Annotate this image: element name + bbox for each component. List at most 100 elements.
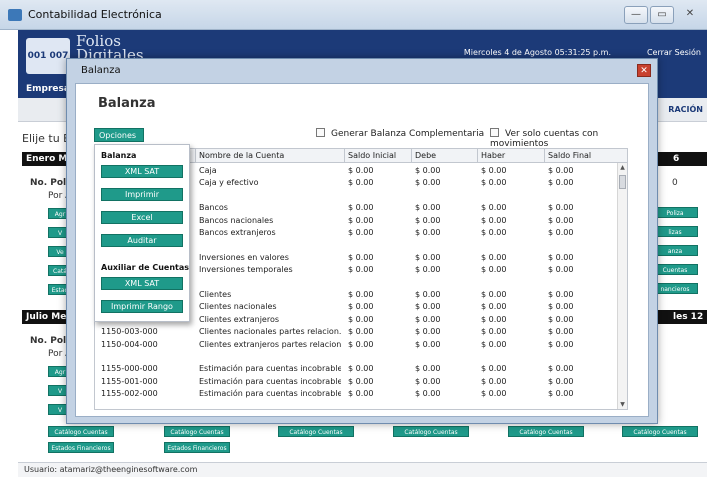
window-title: Contabilidad Electrónica (28, 8, 162, 21)
cell-saldo-final: $ 0.00 (548, 376, 574, 386)
cell-nombre: Inversiones temporales (199, 265, 293, 275)
cell-nombre: Estimación para cuentas incobrables (199, 364, 341, 374)
cell-debe: $ 0.00 (415, 166, 441, 175)
bg-button-estados-3[interactable]: Estados Financieros (164, 442, 230, 453)
table-row[interactable]: 1155-000-000 Estimación para cuentas inco… (95, 363, 615, 374)
table-row[interactable]: 1155-001-000 Estimación para cuentas inco… (95, 376, 615, 387)
cell-saldo-inicial: $ 0.00 (348, 389, 374, 399)
cell-saldo-inicial: $ 0.00 (348, 327, 374, 337)
col-separator (195, 149, 196, 163)
cell-cuenta: 1155-002-000 (101, 389, 158, 399)
bg-button-catalogo-2[interactable]: Catálogo Cuentas (48, 426, 114, 437)
cell-cuenta: 1150-003-000 (101, 327, 158, 337)
cell-haber: $ 0.00 (481, 327, 507, 337)
cell-debe: $ 0.00 (415, 265, 441, 275)
col-saldo-final[interactable]: Saldo Final (548, 151, 591, 160)
cell-debe: $ 0.00 (415, 215, 441, 225)
cell-haber: $ 0.00 (481, 215, 507, 225)
col-nombre[interactable]: Nombre de la Cuenta (199, 151, 284, 160)
cell-saldo-inicial: $ 0.00 (348, 228, 374, 237)
col-haber[interactable]: Haber (481, 151, 505, 160)
balanza-excel-button[interactable]: Excel (101, 211, 183, 224)
restore-button[interactable]: ▭ (650, 6, 674, 24)
bg-button-estados-2[interactable]: Estados Financieros (48, 442, 114, 453)
nav-item-configuracion[interactable]: RACIÓN (668, 105, 703, 114)
cell-debe: $ 0.00 (415, 389, 441, 399)
cell-debe: $ 0.00 (415, 364, 441, 374)
close-window-button[interactable]: ✕ (678, 6, 702, 24)
cell-cuenta: 1150-004-000 (101, 339, 158, 349)
cell-saldo-inicial: $ 0.00 (348, 364, 374, 374)
bg-button-financieros[interactable]: nancieros (652, 283, 698, 294)
cell-haber: $ 0.00 (481, 339, 507, 349)
scroll-up-icon[interactable]: ▲ (618, 163, 627, 172)
chk-complementaria-label: Generar Balanza Complementaria (331, 129, 485, 139)
scroll-thumb[interactable] (619, 175, 626, 189)
month-band-julio-right: les 12 (673, 312, 704, 322)
cell-saldo-final: $ 0.00 (548, 265, 574, 275)
cell-debe: $ 0.00 (415, 252, 441, 262)
auxiliar-xml-sat-button[interactable]: XML SAT (101, 277, 183, 290)
cell-saldo-inicial: $ 0.00 (348, 376, 374, 386)
cell-saldo-final: $ 0.00 (548, 166, 574, 175)
chk-complementaria-box[interactable] (316, 128, 325, 137)
dialog-titlebar: Balanza ✕ (67, 59, 657, 81)
cell-saldo-final: $ 0.00 (548, 290, 574, 299)
bg-button-catalogo-7[interactable]: Catálogo Cuentas (622, 426, 698, 437)
bg-button-catalogo-4[interactable]: Catálogo Cuentas (278, 426, 354, 437)
col-separator (477, 149, 478, 163)
opciones-button[interactable]: Opciones (94, 128, 144, 142)
cell-haber: $ 0.00 (481, 290, 507, 299)
bg-button-catalogo-3[interactable]: Catálogo Cuentas (164, 426, 230, 437)
cell-nombre: Caja y efectivo (199, 178, 259, 188)
cell-haber: $ 0.00 (481, 252, 507, 262)
cell-saldo-final: $ 0.00 (548, 252, 574, 262)
month-band-enero-label: Enero M (26, 154, 68, 164)
cell-nombre: Clientes extranjeros partes relacion... (199, 339, 341, 349)
bg-button-catalogo-6[interactable]: Catálogo Cuentas (508, 426, 584, 437)
options-group-auxiliar: Auxiliar de Cuentas (101, 263, 190, 272)
table-row[interactable]: 1155-002-000 Estimación para cuentas inco… (95, 388, 615, 399)
dialog-title: Balanza (81, 65, 121, 76)
chk-movimientos-row[interactable]: Ver solo cuentas con movimientos (490, 128, 648, 149)
dialog-close-button[interactable]: ✕ (637, 64, 651, 77)
cell-saldo-inicial: $ 0.00 (348, 252, 374, 262)
bg-button-catalogo-5[interactable]: Catálogo Cuentas (393, 426, 469, 437)
cell-debe: $ 0.00 (415, 302, 441, 312)
minimize-button[interactable]: — (624, 6, 648, 24)
cell-nombre: Bancos nacionales (199, 215, 274, 225)
cell-nombre: Clientes extranjeros (199, 314, 280, 324)
month-band-enero-right: 6 (673, 154, 680, 164)
cell-saldo-final: $ 0.00 (548, 364, 574, 374)
header-date: Miercoles 4 de Agosto 05:31:25 p.m. (463, 48, 611, 57)
bg-button-cuentas[interactable]: Cuentas (652, 264, 698, 275)
balanza-auditar-button[interactable]: Auditar (101, 234, 183, 247)
col-saldo-inicial[interactable]: Saldo Inicial (348, 151, 396, 160)
cell-nombre: Estimación para cuentas incobrable... (199, 376, 341, 386)
cell-nombre: Clientes nacionales (199, 302, 277, 312)
cell-debe: $ 0.00 (415, 327, 441, 337)
balanza-imprimir-button[interactable]: Imprimir (101, 188, 183, 201)
cell-saldo-inicial: $ 0.00 (348, 265, 374, 275)
balanza-xml-sat-button[interactable]: XML SAT (101, 165, 183, 178)
chk-complementaria-row[interactable]: Generar Balanza Complementaria (316, 128, 484, 139)
bg-button-polizas[interactable]: lizas (652, 226, 698, 237)
scroll-down-icon[interactable]: ▼ (618, 400, 627, 409)
table-row[interactable]: 1150-003-000 Clientes nacionales partes r… (95, 326, 615, 337)
col-debe[interactable]: Debe (415, 151, 436, 160)
cell-saldo-inicial: $ 0.00 (348, 178, 374, 188)
table-row[interactable] (95, 351, 615, 362)
auxiliar-imprimir-rango-button[interactable]: Imprimir Rango (101, 300, 183, 313)
balanza-dialog: Balanza ✕ Balanza Opciones Generar Balan… (66, 58, 658, 424)
chk-movimientos-label: Ver solo cuentas con movimientos (490, 129, 599, 149)
table-row[interactable]: 1150-004-000 Clientes extranjeros partes … (95, 339, 615, 350)
cell-haber: $ 0.00 (481, 376, 507, 386)
logout-link[interactable]: Cerrar Sesión (647, 48, 701, 57)
cell-debe: $ 0.00 (415, 290, 441, 299)
chk-movimientos-box[interactable] (490, 128, 499, 137)
table-scrollbar[interactable]: ▲ ▼ (617, 163, 627, 409)
cell-nombre: Clientes nacionales partes relacion... (199, 327, 341, 337)
cell-saldo-inicial: $ 0.00 (348, 314, 374, 324)
bg-button-poliza[interactable]: Poliza (652, 207, 698, 218)
bg-button-balanza[interactable]: anza (652, 245, 698, 256)
